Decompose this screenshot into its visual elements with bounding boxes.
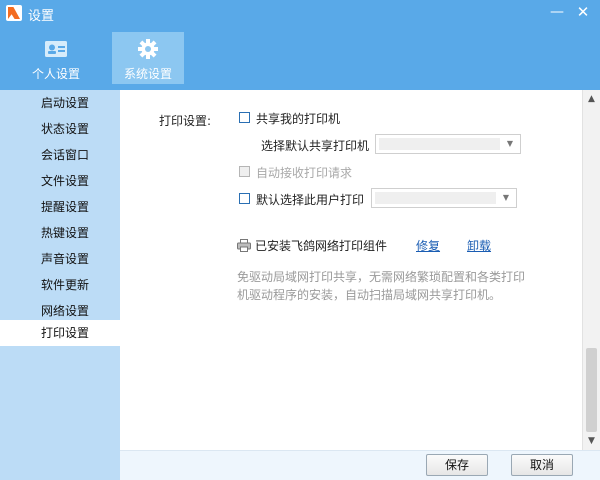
gear-icon (138, 39, 158, 59)
default-user-print-checkbox[interactable] (239, 193, 250, 204)
sidebar-item-reminder[interactable]: 提醒设置 (0, 194, 120, 220)
chevron-down-icon: ▼ (502, 193, 510, 202)
repair-link[interactable]: 修复 (416, 237, 440, 254)
chevron-down-icon: ▼ (506, 139, 514, 148)
close-button[interactable]: ✕ (572, 3, 594, 21)
sidebar-item-startup[interactable]: 启动设置 (0, 90, 120, 116)
minimize-button[interactable]: — (546, 3, 568, 21)
tab-system-settings[interactable]: 系统设置 (112, 32, 184, 84)
print-description: 免驱动局域网打印共享，无需网络繁琐配置和各类打印机驱动程序的安装，自动扫描局域网… (237, 270, 526, 302)
default-share-printer-label: 选择默认共享打印机 (261, 139, 370, 153)
component-status-text: 已安装飞鸽网络打印组件 (255, 239, 388, 253)
window-title: 设置 (28, 9, 55, 24)
select-value (379, 138, 500, 150)
printer-icon (237, 239, 251, 252)
title-bar: 设置 — ✕ (0, 0, 600, 26)
top-navigation: 个人设置 系统设置 (0, 26, 600, 90)
scroll-down-icon[interactable]: ▼ (583, 434, 600, 448)
scroll-up-icon[interactable]: ▲ (583, 92, 600, 106)
id-card-icon (45, 41, 67, 57)
scroll-thumb[interactable] (586, 348, 597, 432)
cancel-button[interactable]: 取消 (511, 454, 573, 476)
auto-accept-label: 自动接收打印请求 (256, 166, 353, 180)
default-user-print-label: 默认选择此用户打印 (256, 193, 365, 207)
sidebar-item-hotkey[interactable]: 热键设置 (0, 220, 120, 246)
sidebar-item-print[interactable]: 打印设置 (0, 320, 120, 346)
sidebar-item-chat-window[interactable]: 会话窗口 (0, 142, 120, 168)
settings-sidebar: 启动设置 状态设置 会话窗口 文件设置 提醒设置 热键设置 声音设置 软件更新 … (0, 90, 120, 480)
section-label: 打印设置: (159, 114, 212, 128)
auto-accept-checkbox[interactable] (239, 166, 250, 177)
share-printer-label: 共享我的打印机 (256, 112, 341, 126)
sidebar-item-file[interactable]: 文件设置 (0, 168, 120, 194)
tab-label: 个人设置 (31, 67, 80, 81)
share-printer-checkbox[interactable] (239, 112, 250, 123)
vertical-scrollbar[interactable]: ▲ ▼ (582, 90, 600, 450)
app-logo-icon (6, 5, 22, 21)
sidebar-item-sound[interactable]: 声音设置 (0, 246, 120, 272)
tab-label: 系统设置 (123, 67, 172, 81)
select-value (375, 192, 496, 204)
save-button[interactable]: 保存 (426, 454, 488, 476)
sidebar-item-status[interactable]: 状态设置 (0, 116, 120, 142)
default-user-print-select[interactable]: ▼ (371, 188, 517, 208)
uninstall-link[interactable]: 卸载 (467, 237, 491, 254)
sidebar-item-update[interactable]: 软件更新 (0, 272, 120, 298)
default-share-printer-select[interactable]: ▼ (375, 134, 521, 154)
tab-personal-settings[interactable]: 个人设置 (20, 32, 92, 84)
